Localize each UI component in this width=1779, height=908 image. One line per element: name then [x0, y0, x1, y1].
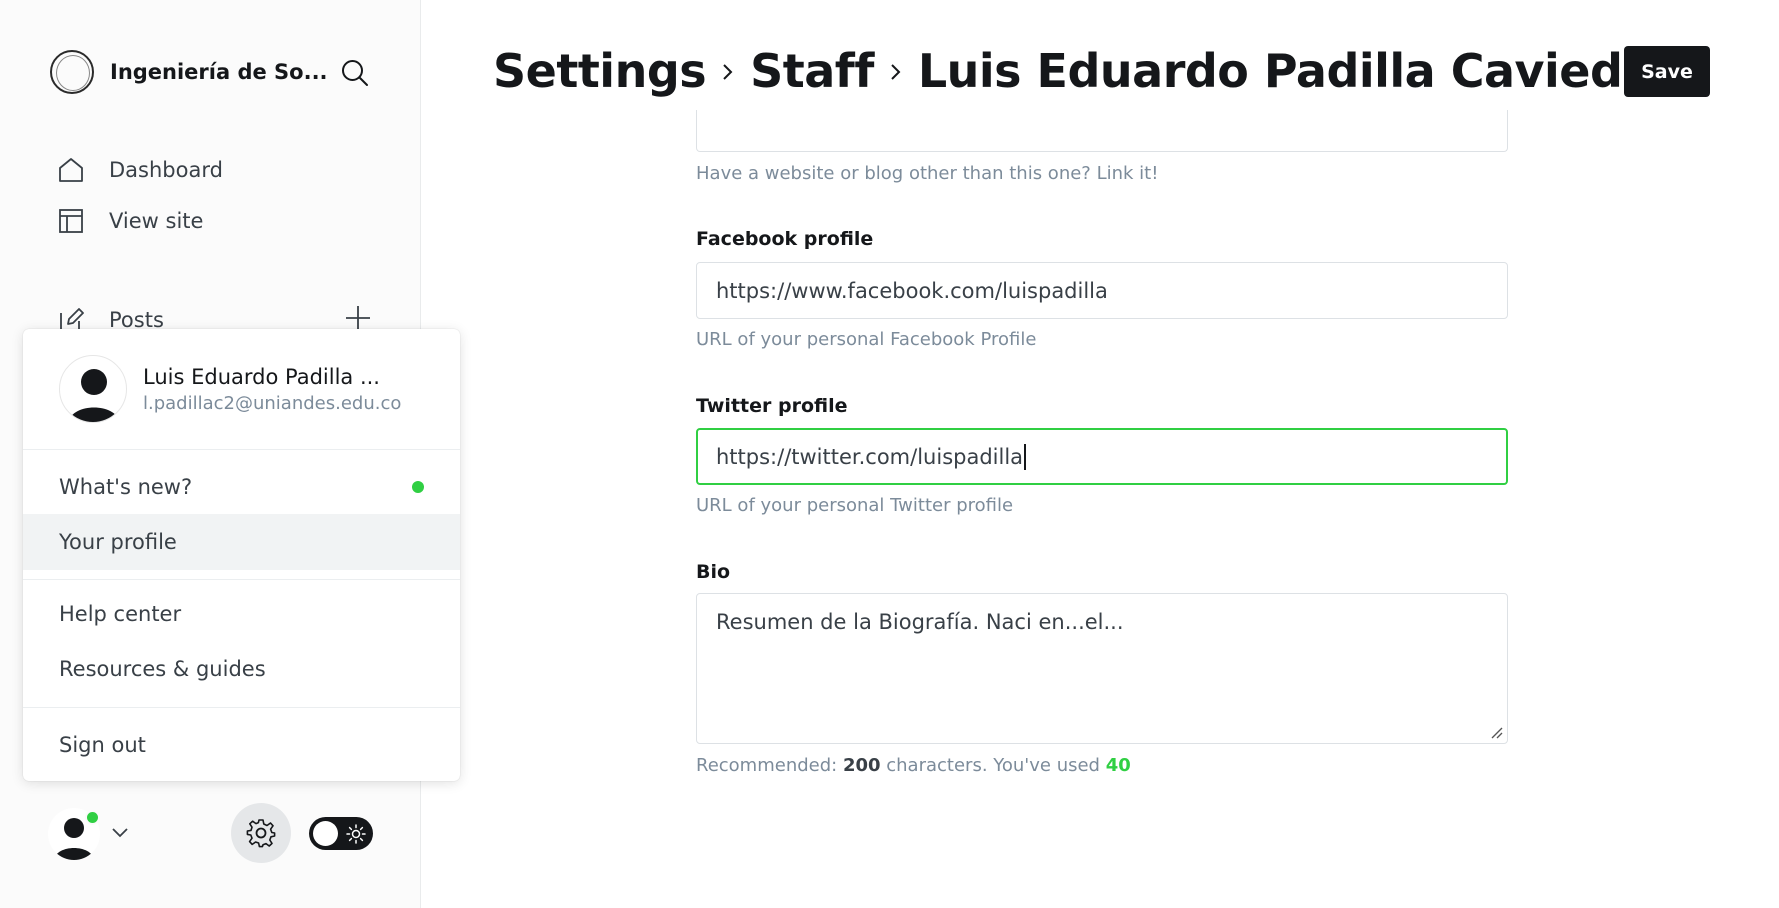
menu-item-label: Resources & guides — [59, 657, 266, 681]
bio-hint-prefix: Recommended: — [696, 755, 843, 776]
menu-user-name: Luis Eduardo Padilla ... — [143, 364, 380, 389]
menu-avatar — [59, 355, 127, 423]
gear-icon — [246, 819, 276, 848]
online-status-dot — [85, 810, 100, 825]
breadcrumb: Settings Staff Luis Eduardo Padilla Cavi… — [493, 44, 1680, 98]
facebook-hint: URL of your personal Facebook Profile — [696, 329, 1037, 350]
page-title: Luis Eduardo Padilla Caviedes — [917, 44, 1681, 98]
twitter-input-value: https://twitter.com/luispadilla — [716, 444, 1024, 469]
menu-divider — [23, 579, 460, 580]
twitter-input[interactable]: https://twitter.com/luispadilla — [696, 428, 1508, 485]
twitter-label: Twitter profile — [696, 395, 848, 417]
menu-item-your-profile[interactable]: Your profile — [23, 514, 460, 570]
home-icon — [59, 158, 83, 182]
layout-icon — [59, 209, 83, 233]
menu-item-resources[interactable]: Resources & guides — [23, 641, 460, 697]
facebook-input-value: https://www.facebook.com/luispadilla — [716, 278, 1108, 303]
facebook-label: Facebook profile — [696, 228, 874, 250]
nav-dashboard-label: Dashboard — [109, 158, 223, 182]
breadcrumb-staff[interactable]: Staff — [750, 44, 874, 98]
website-hint: Have a website or blog other than this o… — [696, 163, 1159, 184]
save-button[interactable]: Save — [1624, 46, 1710, 97]
site-name: Ingeniería de So... — [110, 60, 328, 84]
site-logo — [50, 50, 94, 94]
resize-handle-icon[interactable] — [1490, 726, 1504, 740]
website-input[interactable] — [696, 110, 1508, 152]
bio-label: Bio — [696, 561, 731, 583]
menu-item-label: Help center — [59, 602, 182, 626]
menu-divider — [23, 449, 460, 450]
chevron-right-icon — [718, 59, 738, 83]
menu-user-info: Luis Eduardo Padilla ... l.padillac2@uni… — [59, 355, 401, 423]
menu-user-email: l.padillac2@uniandes.edu.co — [143, 392, 402, 414]
search-icon[interactable] — [340, 58, 370, 88]
menu-item-sign-out[interactable]: Sign out — [23, 717, 460, 773]
settings-button[interactable] — [231, 803, 291, 863]
bio-textarea[interactable]: Resumen de la Biografía. Naci en...el... — [696, 593, 1508, 744]
text-cursor — [1024, 443, 1027, 470]
avatar-icon — [68, 369, 120, 422]
chevron-down-icon[interactable] — [111, 824, 129, 843]
menu-item-help-center[interactable]: Help center — [23, 586, 460, 642]
sun-icon — [346, 824, 366, 844]
new-post-plus-icon[interactable] — [344, 304, 372, 332]
nav-view-site[interactable]: View site — [58, 208, 203, 234]
menu-item-label: Your profile — [59, 530, 177, 554]
theme-toggle[interactable] — [309, 817, 373, 850]
bio-textarea-value: Resumen de la Biografía. Naci en...el... — [716, 610, 1124, 634]
bio-hint-middle: characters. You've used — [880, 755, 1106, 776]
menu-item-label: Sign out — [59, 733, 146, 757]
bio-used-count: 40 — [1105, 755, 1131, 776]
toggle-knob — [313, 821, 338, 846]
facebook-input[interactable]: https://www.facebook.com/luispadilla — [696, 262, 1508, 319]
nav-dashboard[interactable]: Dashboard — [58, 157, 223, 183]
site-brand[interactable]: Ingeniería de So... — [50, 50, 328, 94]
chevron-right-icon — [886, 59, 906, 83]
breadcrumb-settings[interactable]: Settings — [493, 44, 707, 98]
twitter-hint: URL of your personal Twitter profile — [696, 495, 1014, 516]
nav-view-site-label: View site — [109, 209, 204, 233]
new-indicator-dot — [412, 481, 424, 493]
bio-recommended-count: 200 — [842, 755, 881, 776]
bio-hint: Recommended: 200 characters. You've used… — [696, 755, 1131, 776]
user-menu: Luis Eduardo Padilla ... l.padillac2@uni… — [23, 329, 460, 781]
menu-item-label: What's new? — [59, 475, 193, 499]
menu-divider — [23, 707, 460, 708]
menu-item-whats-new[interactable]: What's new? — [23, 459, 460, 515]
